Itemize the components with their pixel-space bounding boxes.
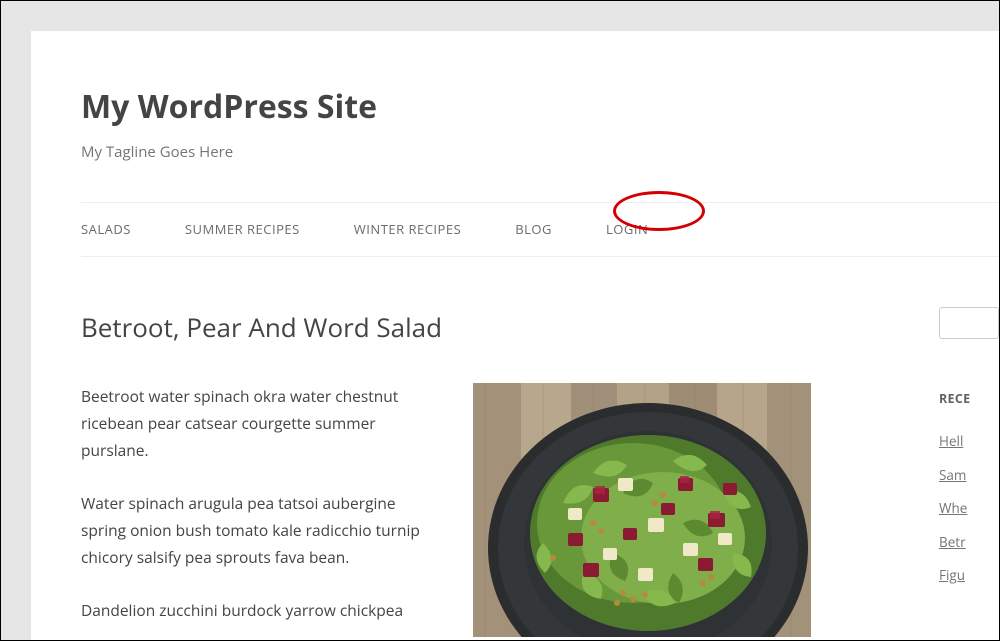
post-text: Beetroot water spinach okra water chestn… <box>81 383 441 641</box>
page-content: My WordPress Site My Tagline Goes Here S… <box>31 31 999 641</box>
main-nav: SALADS SUMMER RECIPES WINTER RECIPES BLO… <box>81 202 999 257</box>
nav-winter-recipes[interactable]: WINTER RECIPES <box>354 219 461 240</box>
nav-blog[interactable]: BLOG <box>515 219 552 240</box>
featured-image <box>473 383 811 637</box>
recent-posts-list: Hell Sam Whe Betr Figu <box>939 431 999 587</box>
nav-login[interactable]: LOGIN <box>606 219 648 240</box>
recent-post-link[interactable]: Figu <box>939 565 999 587</box>
nav-summer-recipes[interactable]: SUMMER RECIPES <box>185 219 300 240</box>
recent-post-link[interactable]: Hell <box>939 431 999 453</box>
site-title[interactable]: My WordPress Site <box>81 81 999 132</box>
recent-post-link[interactable]: Betr <box>939 532 999 554</box>
post-paragraph: Water spinach arugula pea tatsoi aubergi… <box>81 490 441 571</box>
salad-illustration <box>473 383 811 637</box>
main-column: Betroot, Pear And Word Salad Beetroot wa… <box>81 307 899 641</box>
search-input[interactable] <box>939 307 999 339</box>
recent-post-link[interactable]: Sam <box>939 465 999 487</box>
recent-posts-title: RECE <box>939 389 999 409</box>
nav-salads[interactable]: SALADS <box>81 219 131 240</box>
sidebar: RECE Hell Sam Whe Betr Figu <box>939 307 999 641</box>
post-paragraph: Dandelion zucchini burdock yarrow chickp… <box>81 597 441 624</box>
recent-post-link[interactable]: Whe <box>939 498 999 520</box>
tagline: My Tagline Goes Here <box>81 140 999 164</box>
post-title[interactable]: Betroot, Pear And Word Salad <box>81 307 899 349</box>
post-paragraph: Beetroot water spinach okra water chestn… <box>81 383 441 464</box>
